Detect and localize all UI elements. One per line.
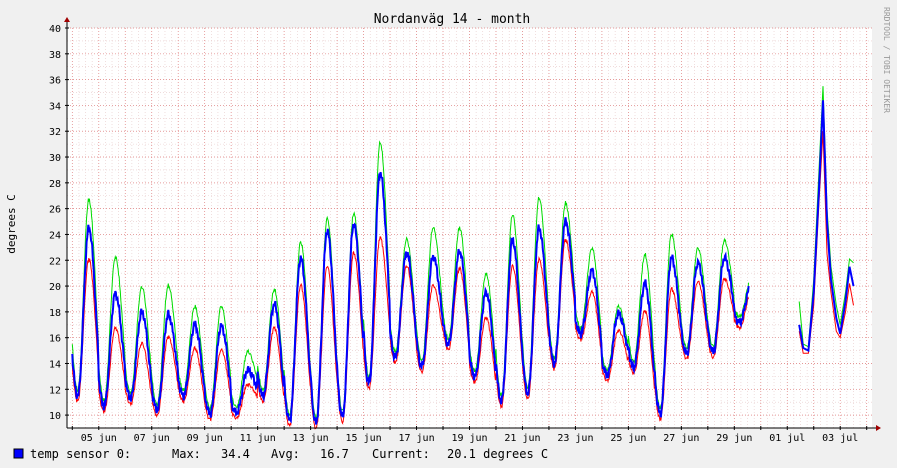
y-tick-label: 12 [49,385,61,396]
x-tick-label: 03 jul [822,433,858,444]
x-tick-label: 07 jun [134,433,170,444]
x-tick-label: 17 jun [398,433,434,444]
x-tick-label: 21 jun [504,433,540,444]
y-axis-label: degrees C [5,194,18,254]
legend-swatch [13,448,24,459]
x-tick-label: 15 jun [346,433,382,444]
x-tick-label: 01 jul [769,433,805,444]
x-tick-label: 29 jun [716,433,752,444]
legend-avg-label: Avg: [271,447,300,461]
legend-current-value: 20.1 degrees C [447,447,548,461]
y-tick-label: 32 [49,127,61,138]
x-tick-label: 27 jun [663,433,699,444]
x-tick-label: 09 jun [187,433,223,444]
watermark: RRDTOOL / TOBI OETIKER [882,7,891,113]
legend-current-label: Current: [372,447,430,461]
legend-max-label: Max: [172,447,201,461]
y-tick-label: 14 [49,359,61,370]
y-tick-label: 30 [49,153,61,164]
y-tick-label: 24 [49,230,61,241]
y-tick-label: 34 [49,101,61,112]
x-tick-label: 25 jun [610,433,646,444]
legend: temp sensor 0: Max: 34.4 Avg: 16.7 Curre… [13,447,548,461]
chart-title: Nordanväg 14 - month [374,12,531,27]
y-tick-label: 36 [49,76,61,87]
y-tick-label: 28 [49,179,61,190]
legend-max-value: 34.4 [221,447,250,461]
y-tick-label: 20 [49,282,61,293]
y-tick-label: 40 [49,24,61,35]
y-tick-label: 16 [49,334,61,345]
x-tick-label: 05 jun [81,433,117,444]
legend-avg-value: 16.7 [320,447,349,461]
x-tick-label: 13 jun [293,433,329,444]
x-tick-label: 11 jun [240,433,276,444]
y-tick-label: 26 [49,205,61,216]
x-tick-label: 23 jun [557,433,593,444]
y-tick-label: 18 [49,308,61,319]
x-tick-label: 19 jun [451,433,487,444]
y-tick-label: 10 [49,411,61,422]
temperature-chart: 10 12 14 16 18 20 22 24 26 28 30 32 34 36 38 40 05 jun 07… [0,0,897,468]
y-tick-label: 22 [49,256,61,267]
legend-series-name: temp sensor 0: [30,447,131,461]
y-tick-label: 38 [49,50,61,61]
